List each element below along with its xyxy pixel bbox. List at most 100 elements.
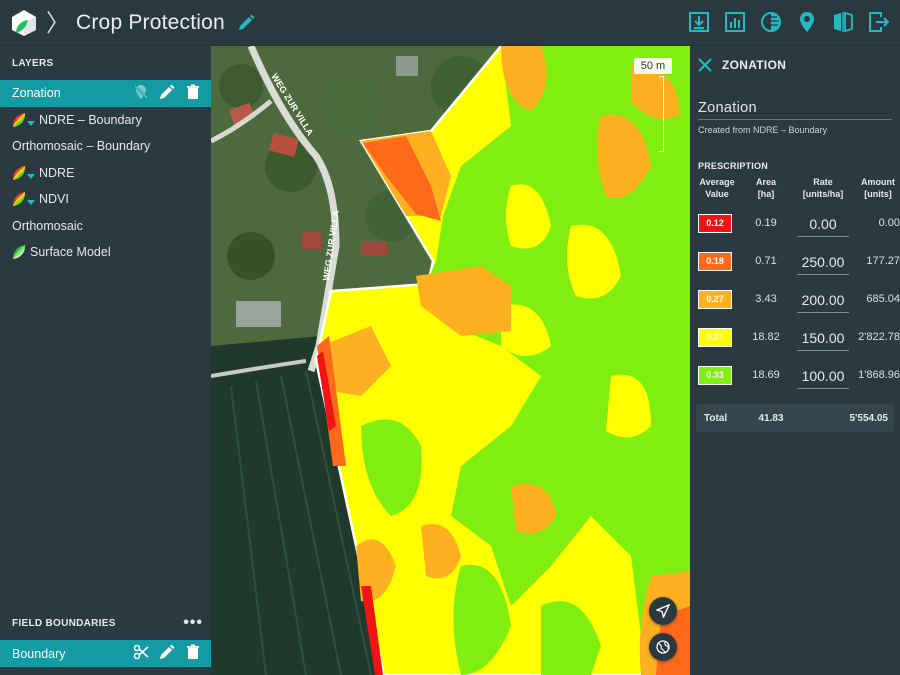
close-icon[interactable] bbox=[698, 58, 712, 72]
column-header-average-value: Average Value bbox=[699, 177, 735, 199]
zonation-name-field[interactable]: Zonation bbox=[698, 100, 892, 120]
edit-pencil-icon[interactable] bbox=[159, 84, 175, 100]
layer-leaf-toggle[interactable] bbox=[12, 191, 35, 207]
map-view[interactable]: WEG ZUR VILLA WEG ZUR VILLA 50 m bbox=[211, 46, 690, 675]
table-row: 0.33 18.69 100.00 1'868.96 bbox=[690, 356, 900, 394]
layer-label: Orthomosaic – Boundary bbox=[12, 139, 151, 154]
zonation-panel: ZONATION Zonation Created from NDRE – Bo… bbox=[690, 46, 900, 675]
rate-input[interactable]: 200.00 bbox=[797, 292, 849, 313]
layer-item-ndvi[interactable]: NDVI bbox=[0, 186, 211, 213]
rate-input[interactable]: 250.00 bbox=[797, 254, 849, 275]
column-header-rate: Rate [units/ha] bbox=[802, 177, 844, 199]
leaf-icon bbox=[13, 112, 25, 127]
layer-actions bbox=[133, 84, 201, 100]
table-row: 0.18 0.71 250.00 177.27 bbox=[690, 242, 900, 280]
caret-down-icon bbox=[27, 200, 35, 206]
prescription-table-header: Average Value Area [ha] Rate [units/ha] … bbox=[690, 176, 900, 200]
leaf-icon bbox=[13, 192, 25, 207]
statistics-chart-icon[interactable] bbox=[724, 11, 746, 33]
zone-area: 0.71 bbox=[755, 255, 777, 267]
app-root: 〉 Crop Protection LAYERS Zonation NDRE –… bbox=[0, 0, 900, 675]
layer-leaf-toggle[interactable] bbox=[12, 165, 35, 181]
zonation-panel-header: ZONATION bbox=[690, 46, 900, 84]
layer-item-ndre[interactable]: NDRE bbox=[0, 160, 211, 187]
layer-item-ndre-boundary[interactable]: NDRE – Boundary bbox=[0, 107, 211, 134]
download-icon[interactable] bbox=[688, 11, 710, 33]
scale-indicator: 50 m bbox=[634, 58, 672, 154]
zone-color-swatch[interactable]: 0.33 bbox=[698, 365, 732, 385]
app-logo-icon[interactable] bbox=[10, 9, 38, 37]
total-amount: 5'554.05 bbox=[849, 412, 888, 424]
layer-label: NDVI bbox=[39, 192, 69, 207]
caret-down-icon bbox=[27, 120, 35, 126]
total-area: 41.83 bbox=[758, 412, 784, 424]
globe-button[interactable] bbox=[649, 633, 677, 661]
prescription-rows: 0.12 0.19 0.00 0.00 0.18 0.71 250.00 177… bbox=[690, 204, 900, 394]
zone-color-swatch[interactable]: 0.27 bbox=[698, 289, 732, 309]
more-options-button[interactable]: ••• bbox=[183, 615, 203, 631]
exit-icon[interactable] bbox=[868, 11, 890, 33]
field-boundaries-section: FIELD BOUNDARIES ••• bbox=[0, 608, 211, 638]
boundary-item[interactable]: Boundary bbox=[0, 640, 211, 667]
layer-leaf-toggle[interactable] bbox=[12, 244, 26, 260]
caret-down-icon bbox=[27, 173, 35, 179]
edit-title-pencil-icon[interactable] bbox=[237, 14, 255, 32]
layer-item-zonation[interactable]: Zonation bbox=[0, 80, 211, 107]
prescription-section-title: PRESCRIPTION bbox=[698, 161, 768, 171]
table-row: 0.31 18.82 150.00 2'822.78 bbox=[690, 318, 900, 356]
zone-amount: 1'868.96 bbox=[858, 369, 900, 381]
table-row: 0.12 0.19 0.00 0.00 bbox=[690, 204, 900, 242]
zone-amount: 2'822.78 bbox=[858, 331, 900, 343]
zone-area: 18.82 bbox=[752, 331, 780, 343]
layer-leaf-toggle[interactable] bbox=[12, 112, 35, 128]
edit-pencil-icon[interactable] bbox=[159, 644, 175, 660]
layer-item-surface-model[interactable]: Surface Model bbox=[0, 239, 211, 266]
left-panel: LAYERS Zonation NDRE – Boundary Orthomos… bbox=[0, 46, 211, 675]
scissors-icon[interactable] bbox=[133, 644, 149, 660]
boundary-actions bbox=[133, 644, 201, 660]
breadcrumb-separator: 〉 bbox=[46, 8, 70, 37]
side-by-side-icon[interactable] bbox=[832, 11, 854, 33]
trash-icon[interactable] bbox=[185, 644, 201, 660]
layer-label: Zonation bbox=[12, 86, 61, 101]
rate-input[interactable]: 100.00 bbox=[797, 368, 849, 389]
zone-color-swatch[interactable]: 0.18 bbox=[698, 251, 732, 271]
top-bar: 〉 Crop Protection bbox=[0, 0, 900, 46]
zone-amount: 685.04 bbox=[866, 293, 900, 305]
zone-color-swatch[interactable]: 0.12 bbox=[698, 213, 732, 233]
zone-area: 3.43 bbox=[755, 293, 777, 305]
boundary-label: Boundary bbox=[12, 646, 66, 661]
field-boundaries-title: FIELD BOUNDARIES bbox=[12, 617, 116, 629]
layer-label: Surface Model bbox=[30, 245, 111, 260]
column-header-area: Area [ha] bbox=[755, 177, 776, 199]
zonation-subtitle: Created from NDRE – Boundary bbox=[698, 125, 828, 135]
total-label: Total bbox=[704, 412, 728, 424]
location-pin-icon[interactable] bbox=[796, 11, 818, 33]
leaf-icon bbox=[13, 245, 25, 260]
table-row: 0.27 3.43 200.00 685.04 bbox=[690, 280, 900, 318]
compare-split-icon[interactable] bbox=[760, 11, 782, 33]
leaf-icon bbox=[13, 165, 25, 180]
navigation-arrow-icon bbox=[656, 604, 670, 618]
top-actions bbox=[688, 11, 890, 33]
trash-icon[interactable] bbox=[185, 84, 201, 100]
zone-area: 18.69 bbox=[752, 369, 780, 381]
zone-amount: 0.00 bbox=[878, 217, 900, 229]
layer-label: NDRE bbox=[39, 165, 75, 180]
rate-input[interactable]: 150.00 bbox=[797, 330, 849, 351]
zone-color-swatch[interactable]: 0.31 bbox=[698, 327, 732, 347]
zone-area: 0.19 bbox=[755, 217, 777, 229]
layer-label: NDRE – Boundary bbox=[39, 112, 142, 127]
navigate-button[interactable] bbox=[649, 597, 677, 625]
zone-amount: 177.27 bbox=[866, 255, 900, 267]
total-row: Total 41.83 5'554.05 bbox=[696, 404, 894, 432]
hide-location-icon[interactable] bbox=[133, 84, 149, 100]
layer-item-orthomosaic-boundary[interactable]: Orthomosaic – Boundary bbox=[0, 133, 211, 160]
scale-label: 50 m bbox=[634, 58, 672, 74]
rate-input[interactable]: 0.00 bbox=[797, 216, 849, 237]
globe-icon bbox=[656, 640, 670, 654]
layer-item-orthomosaic[interactable]: Orthomosaic bbox=[0, 213, 211, 240]
map-canvas[interactable]: WEG ZUR VILLA WEG ZUR VILLA bbox=[211, 46, 690, 675]
scale-bar bbox=[659, 76, 664, 152]
layer-label: Orthomosaic bbox=[12, 218, 83, 233]
